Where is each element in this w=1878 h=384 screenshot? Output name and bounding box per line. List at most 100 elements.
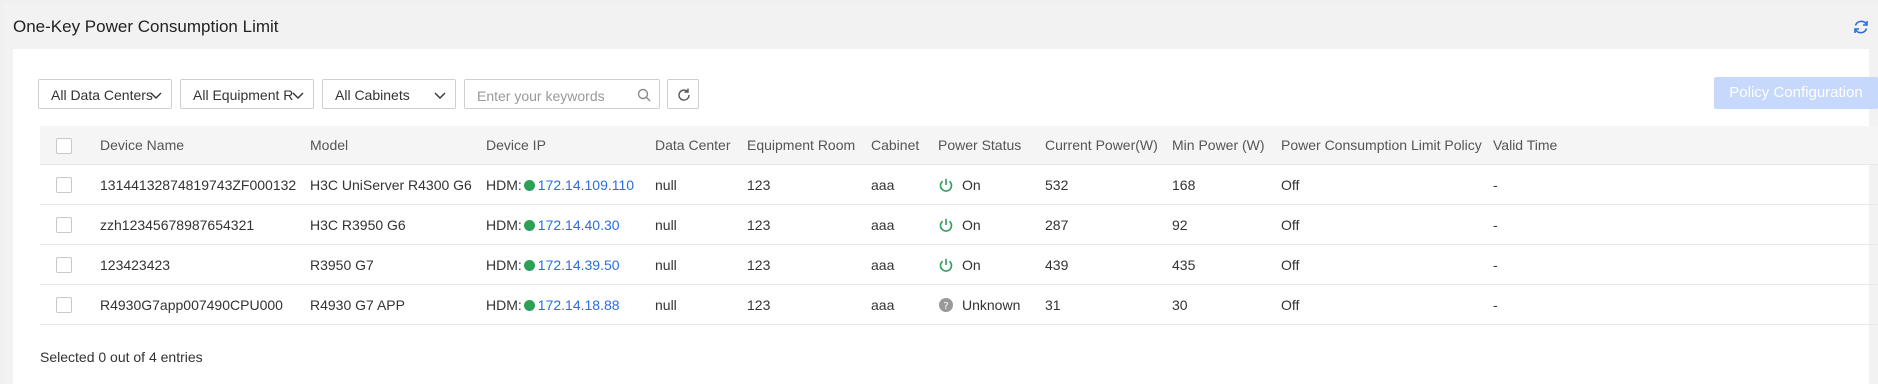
data-center-select[interactable]: All Data Centers	[38, 79, 172, 109]
row-checkbox[interactable]	[56, 297, 72, 314]
table-row[interactable]: zzh12345678987654321 H3C R3950 G6 HDM: 172.…	[40, 204, 1878, 245]
device-ip-link[interactable]: 172.14.18.88	[538, 297, 620, 313]
power-status-cell: On	[938, 244, 1045, 285]
column-header[interactable]: Power Consumption Limit Policy	[1281, 126, 1493, 165]
column-header[interactable]: Equipment Room	[747, 126, 871, 165]
current-power: 31	[1045, 284, 1172, 325]
data-center-select-value: All Data Centers	[51, 87, 153, 103]
column-header[interactable]: Current Power(W)	[1045, 126, 1172, 165]
min-power: 30	[1172, 284, 1281, 325]
ip-prefix: HDM:	[486, 256, 522, 273]
limit-policy: Off	[1281, 244, 1493, 285]
main-panel: All Data Centers All Equipment Roo All C…	[13, 49, 1878, 384]
power-on-icon	[938, 257, 954, 273]
online-status-dot	[523, 179, 535, 191]
valid-time: -	[1493, 244, 1878, 285]
policy-configuration-button[interactable]: Policy Configuration	[1714, 77, 1878, 109]
device-name: zzh12345678987654321	[100, 204, 310, 245]
equipment-room: 123	[747, 284, 871, 325]
cabinet: aaa	[871, 244, 938, 285]
column-header[interactable]: Power Status	[938, 126, 1045, 165]
chevron-down-icon	[292, 92, 304, 99]
equipment-room-select-value: All Equipment Roo	[193, 87, 293, 103]
cabinet: aaa	[871, 204, 938, 245]
data-center: null	[655, 244, 747, 285]
power-status: On	[962, 216, 981, 233]
row-checkbox[interactable]	[56, 217, 72, 234]
power-on-icon	[938, 217, 954, 233]
device-model: H3C UniServer R4300 G6	[310, 164, 486, 205]
device-ip-cell: HDM: 172.14.40.30	[486, 204, 655, 245]
row-checkbox[interactable]	[56, 177, 72, 194]
refresh-icon[interactable]	[1852, 18, 1870, 36]
column-header[interactable]: Model	[310, 126, 486, 165]
limit-policy: Off	[1281, 204, 1493, 245]
search-input[interactable]	[475, 85, 639, 107]
equipment-room-select[interactable]: All Equipment Roo	[180, 79, 314, 109]
device-name: 123423423	[100, 244, 310, 285]
data-center: null	[655, 164, 747, 205]
device-ip-cell: HDM: 172.14.18.88	[486, 284, 655, 325]
table-row[interactable]: R4930G7app007490CPU000 R4930 G7 APP HDM: 17…	[40, 284, 1878, 325]
column-header[interactable]: Device IP	[486, 126, 655, 165]
valid-time: -	[1493, 284, 1878, 325]
current-power: 287	[1045, 204, 1172, 245]
power-status: On	[962, 256, 981, 273]
power-status: Unknown	[962, 296, 1021, 313]
equipment-room: 123	[747, 244, 871, 285]
unknown-icon: ?	[938, 297, 954, 313]
device-model: H3C R3950 G6	[310, 204, 486, 245]
cabinet: aaa	[871, 164, 938, 205]
limit-policy: Off	[1281, 284, 1493, 325]
svg-text:?: ?	[943, 301, 948, 312]
search-box[interactable]	[464, 79, 660, 109]
column-header[interactable]: Device Name	[100, 126, 310, 165]
online-status-dot	[523, 259, 535, 271]
page-title: One-Key Power Consumption Limit	[13, 17, 279, 36]
power-on-icon	[938, 177, 954, 193]
equipment-room: 123	[747, 204, 871, 245]
device-ip-link[interactable]: 172.14.109.110	[538, 177, 634, 193]
ip-prefix: HDM:	[486, 296, 522, 313]
cabinet-select-value: All Cabinets	[335, 87, 410, 103]
power-status: On	[962, 176, 981, 193]
column-header[interactable]: Data Center	[655, 126, 747, 165]
chevron-down-icon	[434, 92, 446, 99]
data-center: null	[655, 284, 747, 325]
power-status-cell: ? Unknown	[938, 284, 1045, 325]
table-row[interactable]: 123423423 R3950 G7 HDM: 172.14.39.50 null 123…	[40, 244, 1878, 285]
device-model: R4930 G7 APP	[310, 284, 486, 325]
online-status-dot	[523, 219, 535, 231]
device-name: R4930G7app007490CPU000	[100, 284, 310, 325]
refresh-list-button[interactable]	[667, 79, 699, 109]
page-header: One-Key Power Consumption Limit	[4, 4, 1878, 48]
select-all-checkbox[interactable]	[56, 137, 72, 154]
equipment-room: 123	[747, 164, 871, 205]
device-ip-link[interactable]: 172.14.39.50	[538, 257, 620, 273]
data-center: null	[655, 204, 747, 245]
device-ip-link[interactable]: 172.14.40.30	[538, 217, 620, 233]
cabinet: aaa	[871, 284, 938, 325]
refresh-icon	[678, 88, 690, 101]
column-header[interactable]: Cabinet	[871, 126, 938, 165]
device-ip-cell: HDM: 172.14.39.50	[486, 244, 655, 285]
search-icon[interactable]	[637, 88, 651, 102]
min-power: 92	[1172, 204, 1281, 245]
row-checkbox[interactable]	[56, 257, 72, 274]
table-row[interactable]: 13144132874819743ZF000132 H3C UniServer R…	[40, 164, 1878, 205]
table-header-row: Device Name Model Device IP Data Center …	[40, 126, 1878, 165]
power-status-cell: On	[938, 164, 1045, 205]
current-power: 439	[1045, 244, 1172, 285]
page-frame: One-Key Power Consumption Limit All Data…	[4, 4, 1878, 384]
current-power: 532	[1045, 164, 1172, 205]
column-header[interactable]: Valid Time	[1493, 126, 1878, 165]
chevron-down-icon	[150, 92, 162, 99]
valid-time: -	[1493, 204, 1878, 245]
column-header[interactable]: Min Power (W)	[1172, 126, 1281, 165]
ip-prefix: HDM:	[486, 216, 522, 233]
online-status-dot	[523, 299, 535, 311]
device-model: R3950 G7	[310, 244, 486, 285]
device-name: 13144132874819743ZF000132	[100, 164, 310, 205]
device-ip-cell: HDM: 172.14.109.110	[486, 164, 655, 205]
cabinet-select[interactable]: All Cabinets	[322, 79, 456, 109]
